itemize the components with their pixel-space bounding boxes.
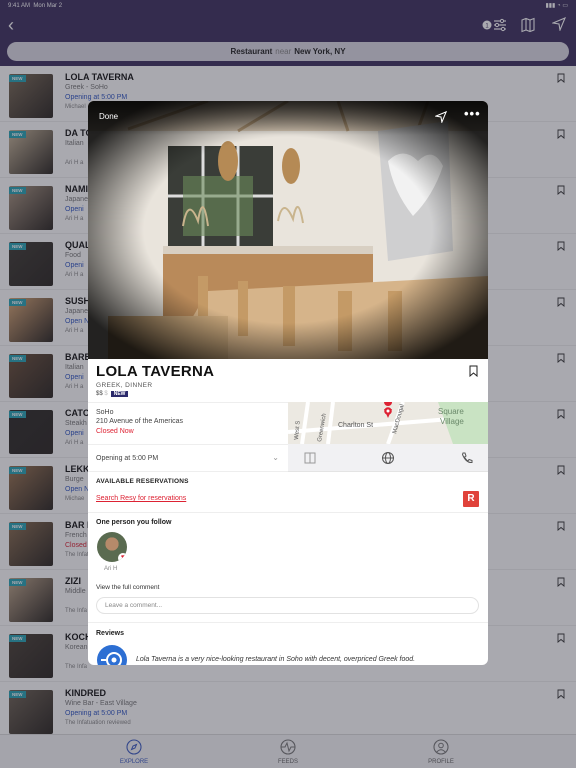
reviewer-logo-icon[interactable] [97,645,127,665]
following-title: One person you follow [96,519,172,526]
avatar[interactable]: ♥ [97,532,127,562]
address-block[interactable]: SoHo 210 Avenue of the Americas Closed N… [88,402,288,444]
heart-icon: ♥ [118,553,127,562]
dining-room-illustration [88,101,488,359]
price-level-dim: $ [104,391,108,397]
more-options-icon[interactable]: ••• [464,107,481,120]
review-text: Lola Taverna is a very nice-looking rest… [136,656,416,663]
reservations-title: AVAILABLE RESERVATIONS [96,478,189,485]
follower-name: Ari H [104,566,118,572]
resy-logo-icon[interactable]: R [463,491,479,507]
cuisine-label: GREEK, DINNER [96,382,153,389]
restaurant-title: LOLA TAVERNA [96,363,215,380]
open-status: Closed Now [96,428,134,435]
price-row: $$ $ NEW [96,391,129,397]
map-area-1: Square [438,407,464,416]
following-section: One person you follow ♥ Ari H [88,512,488,578]
reviews-title: Reviews [96,630,125,637]
hours-text: Opening at 5:00 PM [96,455,159,462]
map-street-1: Charlton St [338,422,373,429]
street-address: 210 Avenue of the Americas [96,418,184,425]
globe-icon[interactable] [381,451,395,465]
neighborhood: SoHo [96,409,114,416]
new-tag: NEW [110,391,129,397]
menu-book-icon[interactable] [303,451,317,465]
photo-toolbar [88,101,488,135]
restaurant-detail-sheet: Done ••• LOLA TAVERNA GREEK, DINNER $$ $… [88,101,488,665]
view-full-comment-link[interactable]: View the full comment [96,584,159,591]
mini-map[interactable]: Charlton St Greenwich MacDougal West S S… [288,402,488,444]
share-icon[interactable] [435,111,447,123]
map-preview: Charlton St Greenwich MacDougal West S S… [288,402,488,444]
comment-input[interactable]: Leave a comment... [96,597,479,614]
infatuation-logo-icon [101,652,122,665]
hours-dropdown[interactable]: Opening at 5:00 PM ⌄ [88,444,288,472]
map-area-2: Village [440,417,464,426]
restaurant-photo: Done ••• [88,101,488,359]
bookmark-icon[interactable] [469,365,478,377]
price-level: $$ [96,391,103,397]
resy-link[interactable]: Search Resy for reservations [96,495,186,502]
done-button[interactable]: Done [99,112,118,121]
chevron-down-icon: ⌄ [272,453,279,462]
reviews-section: Reviews Lola Taverna is a very nice-look… [88,622,488,665]
action-bar [288,444,488,472]
phone-icon[interactable] [460,451,474,465]
